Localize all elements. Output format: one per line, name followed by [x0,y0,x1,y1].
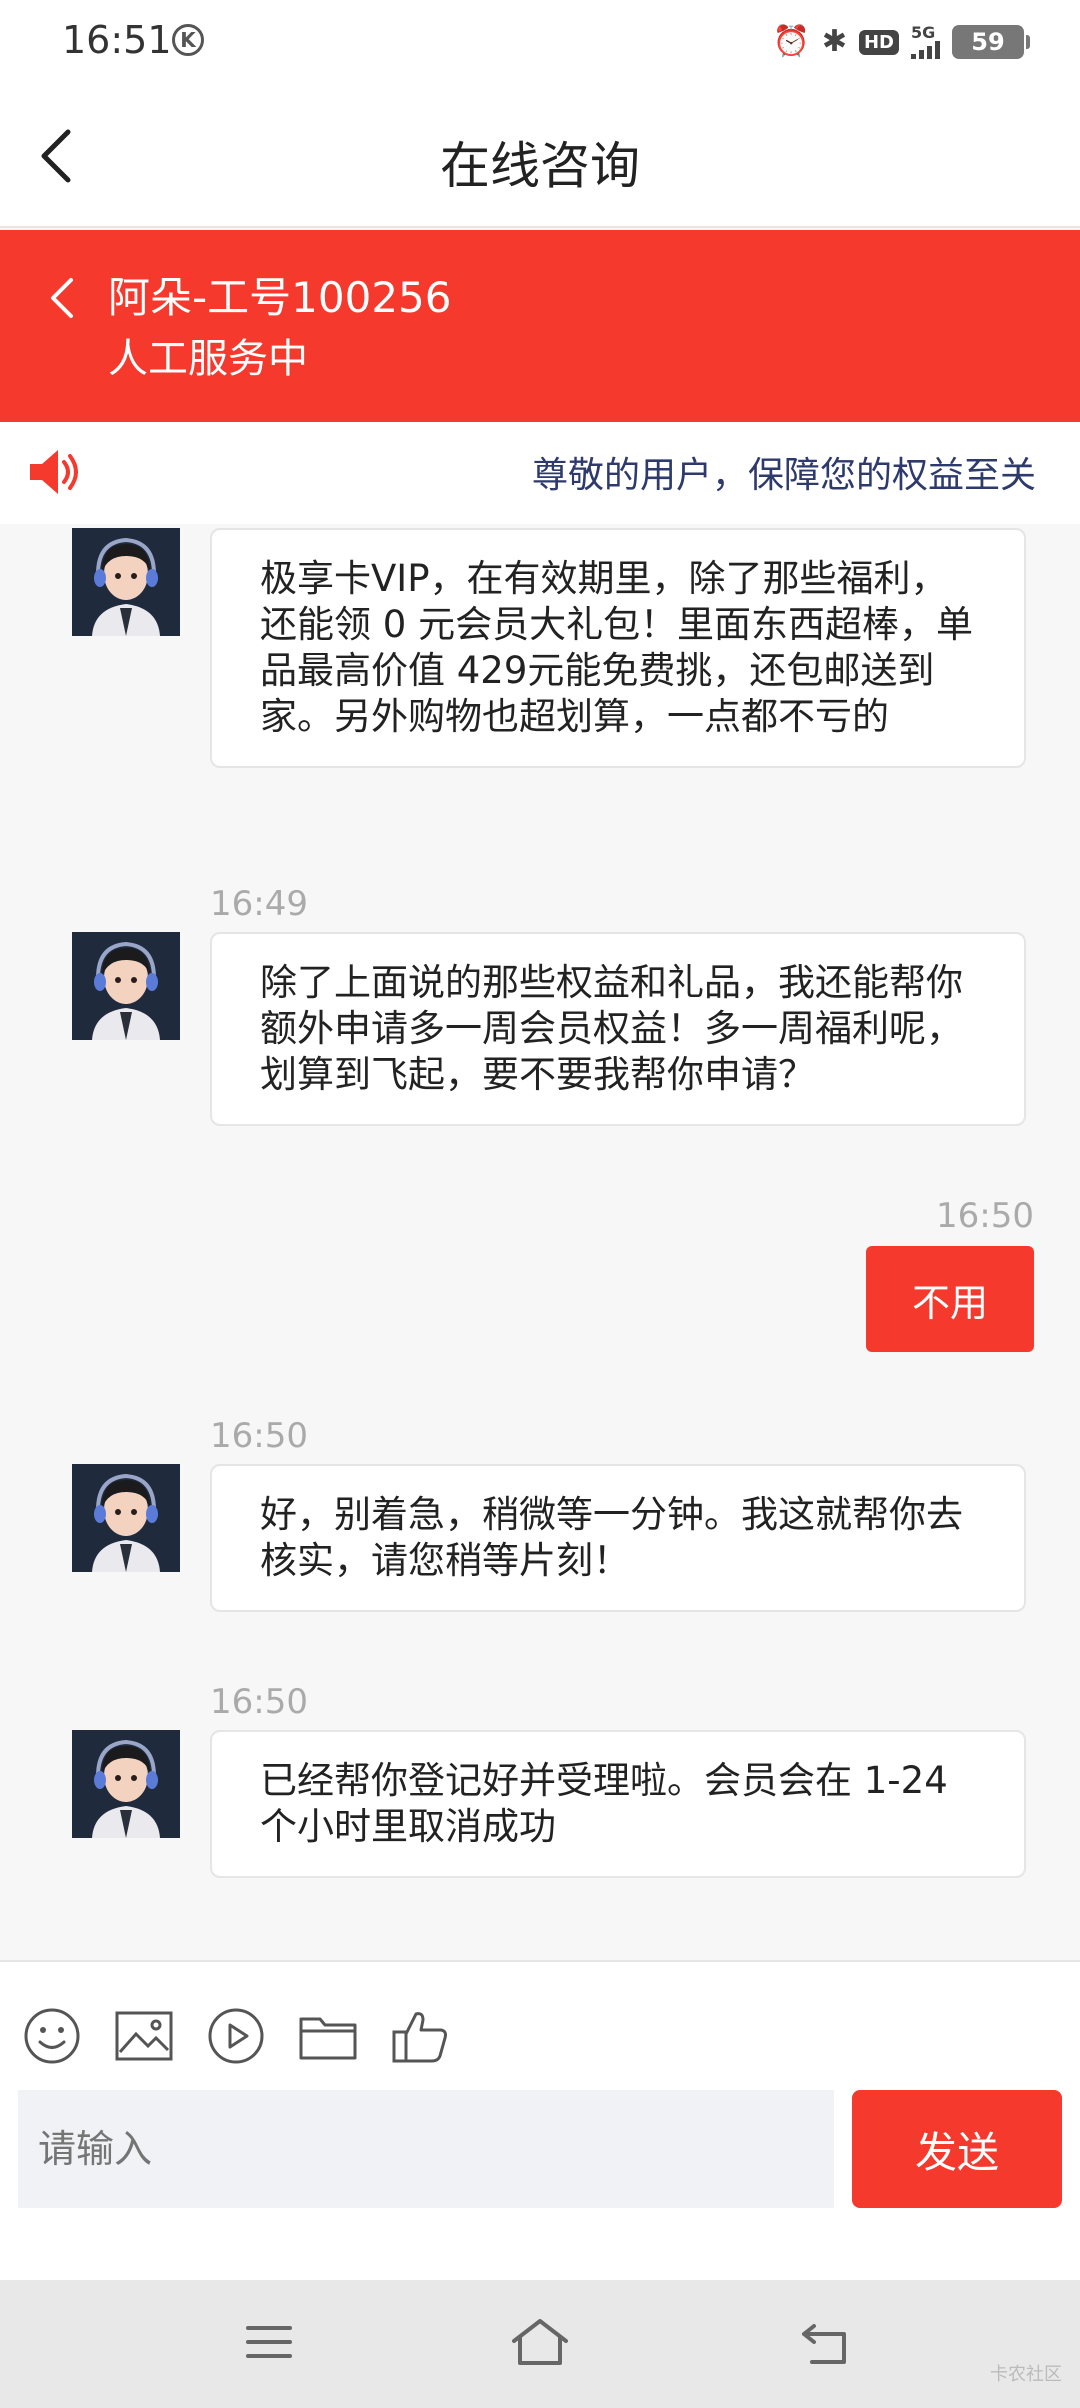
input-toolbar [22,2006,450,2066]
home-icon [512,2319,568,2365]
return-icon [802,2324,846,2364]
emoji-icon [24,2008,80,2064]
notice-bar[interactable]: 尊敬的用户，保障您的权益至关 [0,422,1080,524]
image-icon [115,2011,173,2061]
video-icon [208,2008,264,2064]
input-bar: 发送 [0,1960,1080,2280]
home-nav-button[interactable] [505,2312,575,2372]
message-timestamp: 16:50 [936,1196,1034,1236]
status-icons: ⏰ ✱ HD 5G 59 [772,22,1030,62]
back-nav-button[interactable] [790,2312,860,2372]
agent-status: 人工服务中 [108,336,308,382]
chat-screen: 16:51 K ⏰ ✱ HD 5G 59 在线咨询 阿朵-工号100256 人工… [0,0,1080,2408]
like-button[interactable] [390,2006,450,2066]
message-timestamp: 16:50 [210,1416,308,1456]
send-button[interactable]: 发送 [852,2090,1062,2208]
folder-button[interactable] [298,2006,358,2066]
notice-text: 尊敬的用户，保障您的权益至关 [532,455,1037,496]
thumbs-up-icon [392,2012,447,2063]
title-bar: 在线咨询 [0,84,1080,228]
agent-header: 阿朵-工号100256 人工服务中 [0,230,1080,422]
agent-avatar [72,528,180,636]
user-message-bubble: 不用 [866,1246,1034,1352]
page-title: 在线咨询 [440,137,640,195]
agent-message-bubble: 极享卡VIP，在有效期里，除了那些福利，还能领 0 元会员大礼包！里面东西超棒，… [210,528,1026,768]
battery-icon: 59 [952,25,1030,59]
emoji-button[interactable] [22,2006,82,2066]
hd-icon: HD [858,29,899,55]
speaker-icon [30,450,78,494]
folder-icon [299,2017,357,2060]
status-bar: 16:51 K ⏰ ✱ HD 5G 59 [0,0,1080,84]
watermark: 卡农社区 [990,2364,1062,2385]
agent-name: 阿朵-工号100256 [108,273,452,322]
agent-avatar [72,932,180,1040]
agent-back-button[interactable] [40,268,84,328]
system-nav-bar: 卡农社区 [0,2280,1080,2408]
signal-icon: 5G [911,25,940,59]
video-button[interactable] [206,2006,266,2066]
message-timestamp: 16:50 [210,1682,308,1722]
menu-nav-button[interactable] [234,2312,304,2372]
alarm-icon: ⏰ [772,24,810,59]
agent-message-bubble: 除了上面说的那些权益和礼品，我还能帮你额外申请多一周会员权益！多一周福利呢，划算… [210,932,1026,1126]
network-label: 5G [911,23,936,42]
bluetooth-icon: ✱ [821,24,847,59]
agent-avatar-icon [72,1464,180,1572]
k-badge-icon: K [172,24,204,56]
agent-avatar [72,1464,180,1572]
agent-avatar-icon [72,1730,180,1838]
agent-avatar [72,1730,180,1838]
message-input[interactable] [18,2090,834,2208]
chevron-left-icon [51,278,73,318]
status-time: 16:51 [62,18,172,62]
menu-icon [246,2326,292,2358]
image-button[interactable] [114,2006,174,2066]
agent-message-bubble: 好，别着急，稍微等一分钟。我这就帮你去核实，请您稍等片刻！ [210,1464,1026,1612]
agent-avatar-icon [72,528,180,636]
message-timestamp: 16:49 [210,884,308,924]
chat-area[interactable]: 极享卡VIP，在有效期里，除了那些福利，还能领 0 元会员大礼包！里面东西超棒，… [0,524,1080,1960]
agent-avatar-icon [72,932,180,1040]
agent-message-bubble: 已经帮你登记好并受理啦。会员会在 1-24个小时里取消成功 [210,1730,1026,1878]
